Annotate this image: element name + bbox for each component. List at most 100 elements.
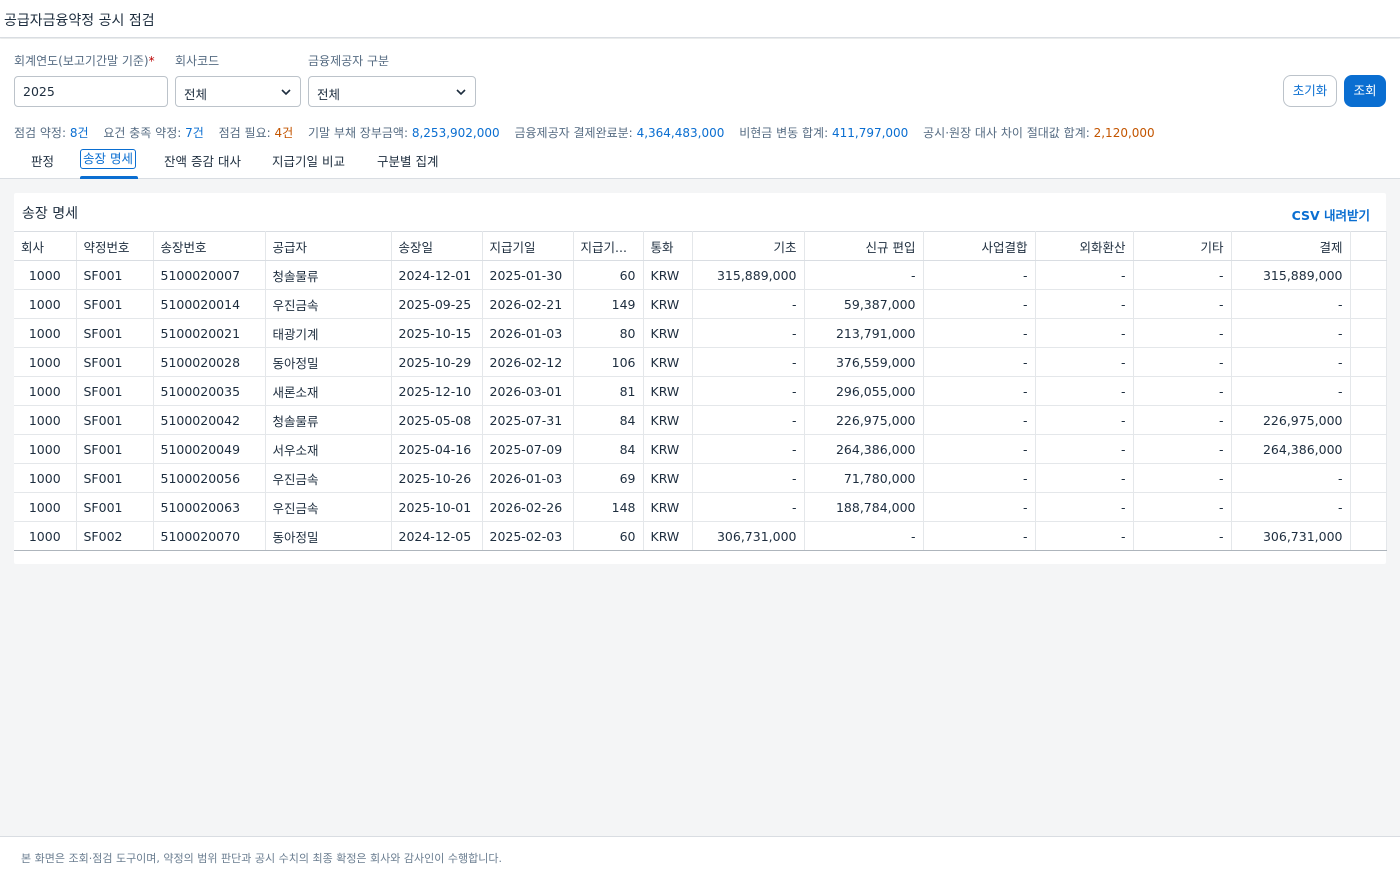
table-cell: 2025-12-10 <box>391 376 483 406</box>
table-cell: 69 <box>573 463 644 493</box>
column-header[interactable]: 송장번호 <box>153 231 266 261</box>
table-cell: - <box>1231 318 1351 348</box>
table-cell: SF001 <box>76 434 154 464</box>
table-cell-spacer <box>1350 434 1387 464</box>
table-cell: 5100020021 <box>153 318 266 348</box>
table-cell: 1000 <box>14 260 77 290</box>
column-header[interactable]: 지급기... <box>573 231 644 261</box>
table-cell: - <box>1035 434 1134 464</box>
table-cell: - <box>1231 492 1351 522</box>
table-cell: - <box>1231 463 1351 493</box>
chevron-down-icon <box>281 89 291 96</box>
summary-bar: 점검 약정: 8건 요건 충족 약정: 7건 점검 필요: 4건 기말 부채 장… <box>14 124 1166 141</box>
table-cell: 2026-02-21 <box>482 289 574 319</box>
table-cell: 149 <box>573 289 644 319</box>
table-cell: 296,055,000 <box>804 376 924 406</box>
table-cell: - <box>692 289 805 319</box>
table-cell: KRW <box>643 318 693 348</box>
table-cell: 315,889,000 <box>1231 260 1351 290</box>
tab-balance-reconciliation[interactable]: 잔액 증감 대사 <box>164 151 241 170</box>
table-cell: 1000 <box>14 405 77 435</box>
table-cell: 서우소재 <box>265 434 392 464</box>
table-cell: KRW <box>643 521 693 551</box>
table-row[interactable]: 1000 SF001 5100020014 우진금속 2025-09-25 2026-02… <box>14 289 1387 319</box>
csv-download-link[interactable]: CSV 내려받기 <box>1292 205 1370 224</box>
column-header[interactable]: 통화 <box>643 231 693 261</box>
company-code-select[interactable]: 전체 <box>175 76 301 107</box>
table-cell: - <box>1133 289 1232 319</box>
column-header[interactable]: 기초 <box>692 231 805 261</box>
table-row[interactable]: 1000 SF001 5100020028 동아정밀 2025-10-29 2026-02… <box>14 347 1387 377</box>
table-cell: - <box>692 347 805 377</box>
table-header-row: 회사 약정번호 송장번호 공급자 송장일 지급기일 지급기... 통화 기초 신… <box>14 231 1387 261</box>
column-header[interactable]: 송장일 <box>391 231 483 261</box>
table-cell: 2026-02-26 <box>482 492 574 522</box>
chevron-down-icon <box>456 89 466 96</box>
table-cell: 태광기계 <box>265 318 392 348</box>
column-header[interactable]: 외화환산 <box>1035 231 1134 261</box>
table-cell: SF001 <box>76 492 154 522</box>
table-cell: SF001 <box>76 289 154 319</box>
table-cell: 60 <box>573 260 644 290</box>
column-header[interactable]: 약정번호 <box>76 231 154 261</box>
table-cell: 2024-12-01 <box>391 260 483 290</box>
table-row[interactable]: 1000 SF001 5100020021 태광기계 2025-10-15 2026-01… <box>14 318 1387 348</box>
tab-due-date-comparison[interactable]: 지급기일 비교 <box>272 151 345 170</box>
table-cell-spacer <box>1350 289 1387 319</box>
provider-type-select[interactable]: 전체 <box>308 76 476 107</box>
column-header[interactable]: 기타 <box>1133 231 1232 261</box>
invoice-detail-card: 송장 명세 CSV 내려받기 회사 약정번호 송장번호 공급자 송장일 지급기일… <box>14 193 1387 564</box>
table-cell: 우진금속 <box>265 492 392 522</box>
column-header[interactable]: 사업결합 <box>923 231 1036 261</box>
fiscal-year-input[interactable]: 2025 <box>14 76 168 107</box>
card-title: 송장 명세 <box>22 206 78 222</box>
column-header[interactable]: 회사 <box>14 231 77 261</box>
table-row[interactable]: 1000 SF001 5100020042 청솔물류 2025-05-08 2025-07… <box>14 405 1387 435</box>
table-cell: - <box>1133 260 1232 290</box>
table-row[interactable]: 1000 SF001 5100020007 청솔물류 2024-12-01 2025-01… <box>14 260 1387 290</box>
table-cell: 5100020014 <box>153 289 266 319</box>
table-cell: 226,975,000 <box>804 405 924 435</box>
table-cell: 우진금속 <box>265 289 392 319</box>
table-row[interactable]: 1000 SF001 5100020049 서우소재 2025-04-16 2025-07… <box>14 434 1387 464</box>
table-cell: SF001 <box>76 405 154 435</box>
table-cell: 2025-10-01 <box>391 492 483 522</box>
column-header[interactable]: 지급기일 <box>482 231 574 261</box>
table-cell: SF001 <box>76 463 154 493</box>
reset-button[interactable]: 초기화 <box>1283 75 1337 107</box>
column-header[interactable]: 공급자 <box>265 231 392 261</box>
table-row[interactable]: 1000 SF001 5100020063 우진금속 2025-10-01 2026-02… <box>14 492 1387 522</box>
table-cell: 2026-03-01 <box>482 376 574 406</box>
table-cell: - <box>1133 492 1232 522</box>
required-mark: * <box>148 54 155 68</box>
tab-category-summary[interactable]: 구분별 집계 <box>377 151 438 170</box>
footer-note: 본 화면은 조회·점검 도구이며, 약정의 범위 판단과 공시 수치의 최종 확… <box>21 852 502 865</box>
table-cell: - <box>1133 318 1232 348</box>
table-cell: KRW <box>643 463 693 493</box>
active-tab-indicator <box>80 176 138 179</box>
column-header[interactable]: 결제 <box>1231 231 1351 261</box>
tab-judgment[interactable]: 판정 <box>31 151 54 170</box>
table-cell: 1000 <box>14 318 77 348</box>
table-row[interactable]: 1000 SF001 5100020056 우진금속 2025-10-26 2026-01… <box>14 463 1387 493</box>
table-cell: 2026-01-03 <box>482 318 574 348</box>
table-cell: - <box>1035 318 1134 348</box>
table-cell: - <box>923 463 1036 493</box>
table-row[interactable]: 1000 SF001 5100020035 새론소재 2025-12-10 2026-03… <box>14 376 1387 406</box>
table-cell: - <box>923 260 1036 290</box>
table-cell: KRW <box>643 347 693 377</box>
table-cell: KRW <box>643 405 693 435</box>
table-cell: - <box>1035 463 1134 493</box>
table-cell: 226,975,000 <box>1231 405 1351 435</box>
search-button[interactable]: 조회 <box>1344 75 1386 107</box>
table-cell: 1000 <box>14 463 77 493</box>
table-row[interactable]: 1000 SF002 5100020070 동아정밀 2024-12-05 2025-02… <box>14 521 1387 551</box>
tab-bar: 판정 송장 명세 잔액 증감 대사 지급기일 비교 구분별 집계 <box>0 140 1400 179</box>
table-cell: 새론소재 <box>265 376 392 406</box>
table-cell: 5100020070 <box>153 521 266 551</box>
table-cell: 1000 <box>14 289 77 319</box>
invoice-table: 회사 약정번호 송장번호 공급자 송장일 지급기일 지급기... 통화 기초 신… <box>14 231 1387 551</box>
table-cell: 5100020035 <box>153 376 266 406</box>
tab-invoice-detail[interactable]: 송장 명세 <box>80 149 136 169</box>
column-header[interactable]: 신규 편입 <box>804 231 924 261</box>
